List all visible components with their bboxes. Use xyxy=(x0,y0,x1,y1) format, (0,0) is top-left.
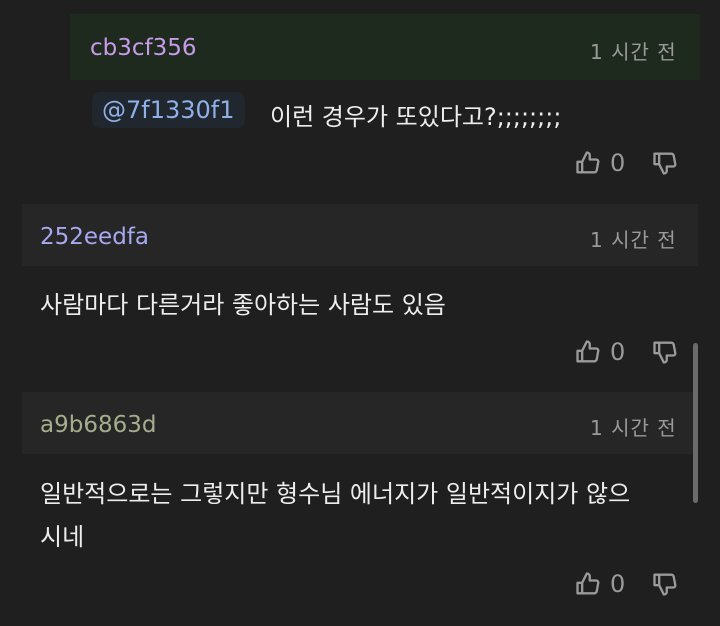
scrollbar[interactable] xyxy=(693,343,698,503)
comment-text-line: 일반적으로는 그렇지만 형수님 에너지가 일반적이지가 않으 xyxy=(40,480,631,508)
mention-tag[interactable]: @7f1330f1 xyxy=(92,92,245,128)
comment-username[interactable]: 252eedfa xyxy=(40,224,149,250)
comment-timestamp: 1 시간 전 xyxy=(590,40,677,64)
like-action[interactable]: 0 xyxy=(574,338,625,366)
thumbs-down-icon[interactable] xyxy=(651,570,679,602)
thumbs-up-icon[interactable] xyxy=(574,149,602,177)
thumbs-up-icon[interactable] xyxy=(574,338,602,366)
comment-text: 사람마다 다른거라 좋아하는 사람도 있음 xyxy=(40,291,446,319)
like-action[interactable]: 0 xyxy=(574,149,625,177)
thumbs-up-icon[interactable] xyxy=(574,570,602,598)
comment-username[interactable]: cb3cf356 xyxy=(90,35,197,61)
comment-text-line: 시네 xyxy=(40,523,85,551)
like-count: 0 xyxy=(610,570,626,598)
like-count: 0 xyxy=(610,149,626,177)
comment-timestamp: 1 시간 전 xyxy=(590,416,677,440)
like-action[interactable]: 0 xyxy=(574,570,625,598)
comment-username[interactable]: a9b6863d xyxy=(40,412,156,438)
thumbs-down-icon[interactable] xyxy=(651,149,679,181)
comment-timestamp: 1 시간 전 xyxy=(590,228,677,252)
comment-text: 이런 경우가 또있다고?;;;;;;;; xyxy=(270,103,562,131)
like-count: 0 xyxy=(610,338,626,366)
thumbs-down-icon[interactable] xyxy=(651,338,679,370)
